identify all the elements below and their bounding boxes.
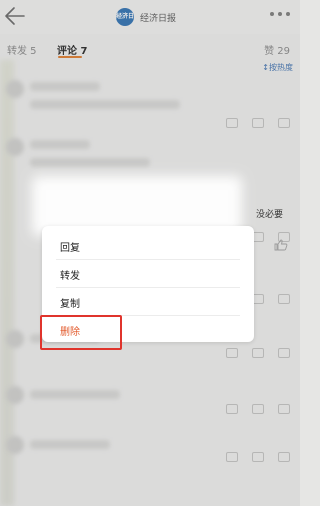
menu-item-copy[interactable]: 复制 bbox=[42, 286, 254, 315]
menu-item-label: 复制 bbox=[60, 299, 80, 310]
menu-item-label: 回复 bbox=[60, 243, 80, 254]
menu-item-repost[interactable]: 转发 bbox=[42, 258, 254, 287]
menu-item-reply[interactable]: 回复 bbox=[42, 230, 254, 259]
app-screen: 经济日报 经济日报 转发 5 评论 7 赞 29 ↕按热度 bbox=[0, 0, 300, 506]
menu-item-label: 转发 bbox=[60, 271, 80, 282]
delete-highlight-annotation bbox=[40, 315, 122, 350]
comment-text-fragment: 没必要 bbox=[256, 210, 284, 220]
like-icon[interactable] bbox=[274, 236, 288, 251]
